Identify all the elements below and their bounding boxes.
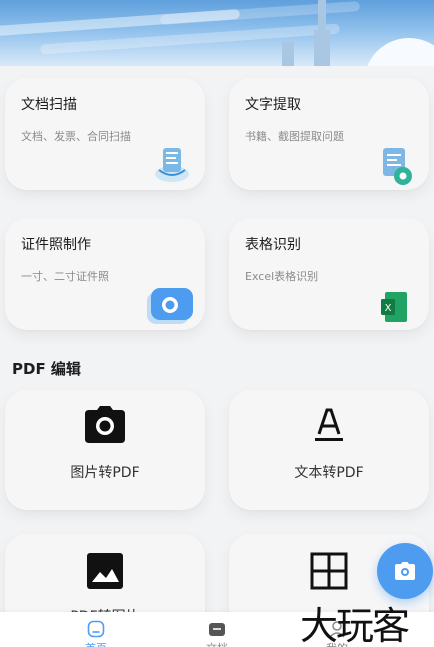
image-icon xyxy=(86,552,124,594)
pdf-card-text-to-pdf[interactable]: 文本转PDF xyxy=(229,390,429,510)
pdf-card-image-to-pdf[interactable]: 图片转PDF xyxy=(5,390,205,510)
nav-label: 文档 xyxy=(177,640,257,647)
feature-card-id-photo[interactable]: 证件照制作 一寸、二寸证件照 xyxy=(5,218,205,330)
feature-subtitle: 书籍、截图提取问题 xyxy=(245,130,344,143)
feature-card-table-recognition[interactable]: 表格识别 Excel表格识别 X xyxy=(229,218,429,330)
excel-icon: X xyxy=(381,292,407,326)
folder-icon xyxy=(208,620,226,642)
section-title-pdf: PDF 编辑 xyxy=(12,360,81,378)
camera-icon xyxy=(395,562,415,580)
nav-item-docs[interactable]: 文档 xyxy=(177,612,257,647)
header-banner xyxy=(0,0,434,66)
text-icon xyxy=(313,408,345,446)
nav-label: 首页 xyxy=(56,640,136,647)
feature-subtitle: Excel表格识别 xyxy=(245,270,319,283)
feature-subtitle: 文档、发票、合同扫描 xyxy=(21,130,131,143)
feature-title: 证件照制作 xyxy=(21,237,91,253)
watermark: 大玩客 xyxy=(300,604,410,647)
feature-title: 文字提取 xyxy=(245,97,301,113)
grid-icon xyxy=(310,552,348,594)
feature-title: 表格识别 xyxy=(245,237,301,253)
scan-document-icon xyxy=(153,144,191,188)
feature-card-document-scan[interactable]: 文档扫描 文档、发票、合同扫描 xyxy=(5,78,205,190)
pdf-item-label: 文本转PDF xyxy=(294,465,364,481)
camera-icon xyxy=(145,284,195,332)
camera-icon xyxy=(84,406,126,448)
home-icon xyxy=(87,620,105,642)
feature-subtitle: 一寸、二寸证件照 xyxy=(21,270,109,283)
camera-fab-button[interactable] xyxy=(377,543,433,599)
pdf-item-label: 图片转PDF xyxy=(70,465,140,481)
feature-title: 文档扫描 xyxy=(21,97,77,113)
feature-card-text-extract[interactable]: 文字提取 书籍、截图提取问题 xyxy=(229,78,429,190)
svg-text:X: X xyxy=(385,303,392,314)
text-extract-icon xyxy=(379,146,415,192)
nav-item-home[interactable]: 首页 xyxy=(56,612,136,647)
